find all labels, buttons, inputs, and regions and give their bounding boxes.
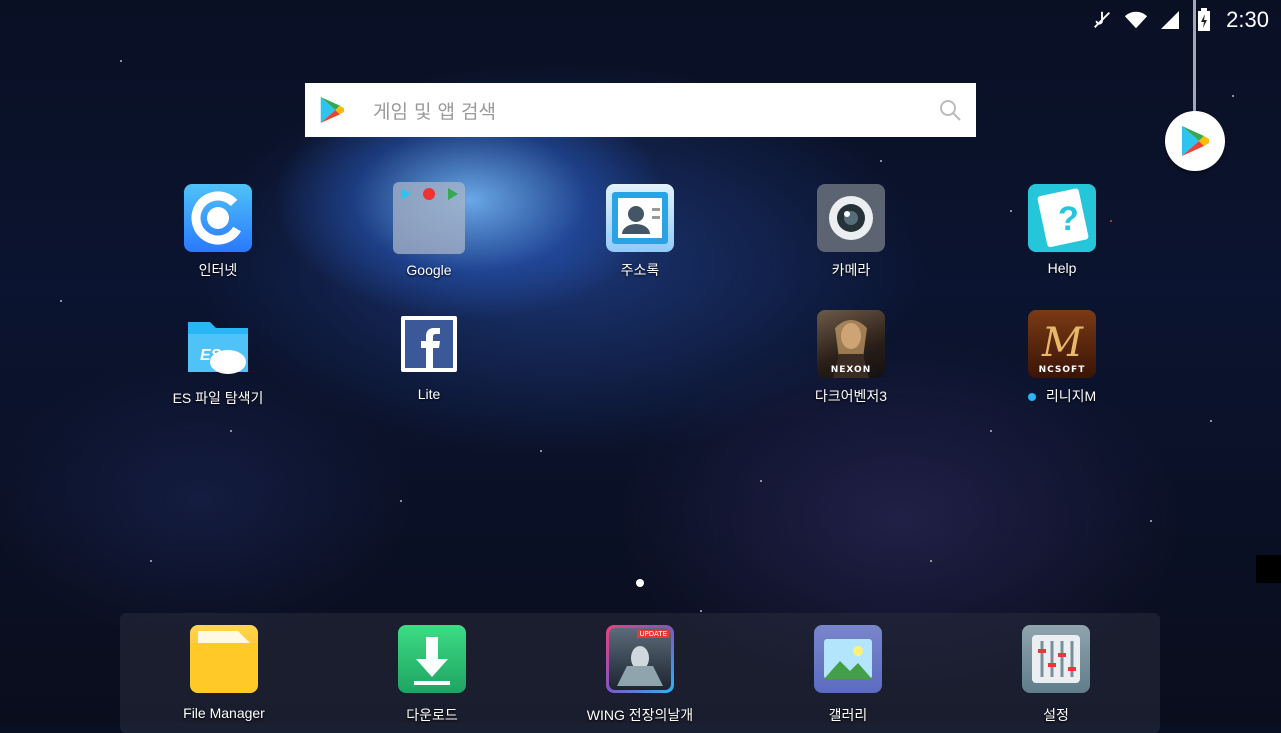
app-label: Google xyxy=(406,262,452,278)
app-contacts[interactable]: 주소록 xyxy=(570,184,710,280)
svg-text:M: M xyxy=(1041,320,1084,366)
svg-text:ES: ES xyxy=(200,347,222,364)
play-store-icon xyxy=(320,97,345,123)
app-label: 설정 xyxy=(1043,707,1069,723)
new-app-indicator xyxy=(1027,393,1036,402)
app-lineage-m[interactable]: M NCSOFT 리니지M xyxy=(992,310,1132,406)
app-label: 갤러리 xyxy=(828,707,868,723)
app-label-text: 리니지M xyxy=(1045,388,1097,404)
folder-icon xyxy=(393,182,465,254)
app-google-folder[interactable]: Google xyxy=(359,182,499,278)
publisher-badge: NEXON xyxy=(830,365,872,375)
app-label: 다크어벤저3 xyxy=(814,388,888,404)
app-label: 다운로드 xyxy=(406,707,458,723)
file-manager-icon xyxy=(190,625,258,693)
wifi-icon xyxy=(1124,8,1148,32)
publisher-badge: NCSOFT xyxy=(1038,365,1086,375)
search-icon[interactable] xyxy=(938,98,962,122)
status-bar: 2:30 xyxy=(1090,0,1281,40)
update-badge: UPDATE xyxy=(637,630,669,638)
play-store-icon xyxy=(1182,126,1209,156)
app-camera[interactable]: 카메라 xyxy=(781,184,921,280)
app-help[interactable]: ? Help xyxy=(992,184,1132,276)
app-dark-avenger-3[interactable]: NEXON 다크어벤저3 xyxy=(781,310,921,406)
gallery-icon xyxy=(814,625,882,693)
dock-gallery[interactable]: 갤러리 xyxy=(778,625,918,725)
contacts-icon xyxy=(606,184,674,252)
page-indicator xyxy=(636,579,644,587)
dock: File Manager 다운로드 UPDATE WING 전장의날개 갤러리 … xyxy=(120,613,1160,733)
dark-avenger-icon: NEXON xyxy=(817,310,885,378)
app-internet[interactable]: 인터넷 xyxy=(148,184,288,280)
download-icon xyxy=(398,625,466,693)
es-folder-icon: ES xyxy=(184,312,252,380)
play-search-bar[interactable]: 게임 및 앱 검색 xyxy=(305,83,976,137)
help-icon: ? xyxy=(1028,184,1096,252)
app-label: 주소록 xyxy=(620,262,660,278)
lineage-m-icon: M NCSOFT xyxy=(1028,310,1096,378)
search-placeholder: 게임 및 앱 검색 xyxy=(373,100,496,123)
clock: 2:30 xyxy=(1226,7,1269,32)
app-label: Help xyxy=(1047,260,1077,276)
app-label: 카메라 xyxy=(831,262,871,278)
edge-block xyxy=(1256,555,1281,583)
settings-icon xyxy=(1022,625,1090,693)
notification-pull-line xyxy=(1193,0,1196,112)
signal-icon xyxy=(1158,8,1182,32)
wing-game-icon: UPDATE xyxy=(606,625,674,693)
app-facebook-lite[interactable]: Lite xyxy=(359,316,499,402)
svg-text:?: ? xyxy=(1058,200,1079,238)
app-label: 인터넷 xyxy=(198,262,238,278)
app-label: Lite xyxy=(417,386,441,402)
app-label: File Manager xyxy=(183,705,265,721)
app-label: 리니지M xyxy=(1027,386,1097,406)
facebook-icon xyxy=(401,316,457,372)
app-label: ES 파일 탐색기 xyxy=(172,390,264,406)
mute-icon xyxy=(1090,8,1114,32)
dock-settings[interactable]: 설정 xyxy=(986,625,1126,725)
camera-icon xyxy=(817,184,885,252)
dock-wing[interactable]: UPDATE WING 전장의날개 xyxy=(570,625,710,725)
app-es-file-explorer[interactable]: ES ES 파일 탐색기 xyxy=(148,312,288,408)
dock-file-manager[interactable]: File Manager xyxy=(154,625,294,721)
app-label: WING 전장의날개 xyxy=(586,707,694,723)
browser-icon xyxy=(184,184,252,252)
floating-play-store-button[interactable] xyxy=(1165,111,1225,171)
dock-downloads[interactable]: 다운로드 xyxy=(362,625,502,725)
